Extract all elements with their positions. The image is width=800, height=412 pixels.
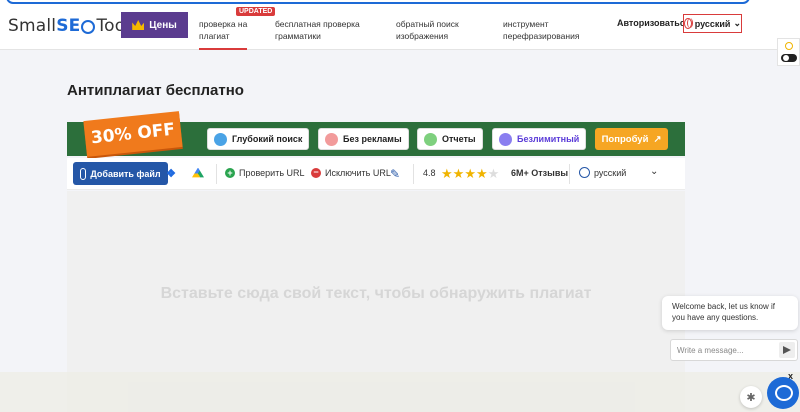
chat-launcher-button[interactable] (767, 377, 799, 409)
crown-icon (132, 20, 145, 30)
dropbox-icon[interactable]: ❖ (161, 163, 181, 183)
sun-icon (785, 42, 793, 50)
rating-stars: ★★★★★ (441, 166, 499, 182)
google-drive-shape (192, 167, 204, 178)
feature-unlimited: Безлимитный (492, 128, 587, 150)
nav-paraphrasing-tool[interactable]: инструмент перефразирования (503, 18, 579, 42)
star-icon: ★ (441, 166, 453, 181)
check-url-button[interactable]: + Проверить URL (225, 168, 305, 178)
chat-welcome-message: Welcome back, let us know if you have an… (662, 296, 798, 330)
star-icon: ★ (475, 166, 488, 181)
no-ads-icon (325, 132, 338, 146)
promo-bar: 30% OFF Глубокий поиск Без рекламы Отчет… (67, 111, 685, 157)
search-icon (214, 132, 227, 146)
theme-toggle-panel (777, 38, 800, 66)
editor-placeholder: Вставьте сюда свой текст, чтобы обнаружи… (160, 285, 592, 302)
bottom-overlay (0, 372, 800, 412)
nav-grammar-checker[interactable]: бесплатная проверка грамматики (275, 18, 360, 42)
pricing-button[interactable]: Цены (121, 12, 188, 38)
chat-message-input[interactable]: Write a message... (670, 339, 798, 361)
browser-frame-edge (6, 0, 750, 4)
infinity-icon (499, 132, 512, 146)
editor-toolbar: Добавить файл ❖ + Проверить URL − Исключ… (67, 158, 685, 190)
paperclip-icon (80, 167, 87, 180)
star-empty-icon: ★ (487, 166, 500, 181)
feature-deep-search: Глубокий поиск (207, 128, 310, 150)
google-drive-icon[interactable] (188, 163, 208, 183)
try-button[interactable]: Попробуй ↗ (595, 128, 668, 150)
add-file-button[interactable]: Добавить файл (73, 162, 168, 185)
language-select[interactable]: русский ⌄ (683, 14, 742, 33)
star-icon: ★ (464, 166, 476, 181)
edit-icon[interactable]: ✎ (390, 167, 400, 181)
login-link[interactable]: Авторизоваться (617, 18, 690, 28)
dark-mode-toggle[interactable] (781, 54, 797, 62)
divider (216, 164, 217, 184)
plus-icon: + (225, 168, 235, 178)
nav-reverse-image-search[interactable]: обратный поиск изображения (396, 18, 459, 42)
updated-badge: UPDATED (236, 7, 276, 16)
site-logo[interactable]: Small SE Tools (8, 16, 139, 36)
divider (413, 164, 414, 184)
exclude-url-button[interactable]: − Исключить URL (311, 168, 391, 178)
feature-no-ads: Без рекламы (318, 128, 409, 150)
bug-icon[interactable]: ✱ (740, 386, 762, 408)
send-icon[interactable] (779, 342, 795, 358)
arrow-up-right-icon: ↗ (653, 133, 662, 145)
divider (569, 164, 570, 184)
magnifier-logo-icon (81, 20, 96, 34)
pie-chart-icon (424, 132, 437, 146)
content-language-select[interactable]: русский (579, 167, 626, 178)
minus-icon: − (311, 168, 321, 178)
feature-reports: Отчеты (417, 128, 483, 150)
chevron-down-icon: ⌄ (733, 18, 741, 28)
chevron-down-icon[interactable]: ⌄ (650, 166, 658, 177)
star-icon: ★ (452, 166, 465, 181)
discount-tag[interactable]: 30% OFF (83, 111, 183, 157)
page-title: Антиплагиат бесплатно (67, 82, 244, 99)
globe-icon (579, 167, 590, 178)
site-header: Small SE Tools Цены UPDATED проверка на пл… (0, 6, 800, 50)
rating-value: 4.8 (423, 168, 436, 178)
reviews-count: 6M+ Отзывы (511, 168, 569, 178)
nav-plagiarism-checker[interactable]: проверка на плагиат (199, 18, 248, 50)
globe-icon (684, 18, 693, 29)
